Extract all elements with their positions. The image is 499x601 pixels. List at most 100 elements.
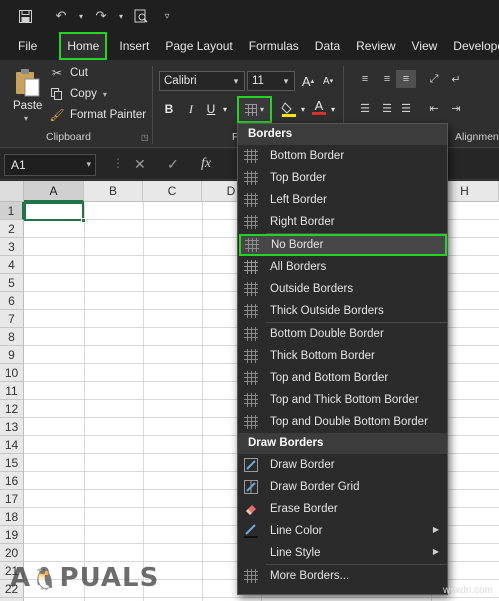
fill-handle[interactable] — [81, 218, 86, 223]
tab-review[interactable]: Review — [348, 32, 403, 60]
font-color-button[interactable]: A — [311, 97, 327, 117]
menu-item-line-style[interactable]: Line Style ▶ — [238, 542, 447, 564]
menu-item-bottom-double-border[interactable]: Bottom Double Border — [238, 323, 447, 345]
row-header-12[interactable]: 12 — [0, 400, 24, 418]
tab-home[interactable]: Home — [59, 32, 108, 60]
active-cell-a1[interactable] — [24, 202, 84, 221]
menu-item-right-border[interactable]: Right Border — [238, 211, 447, 233]
outside-borders-icon — [244, 282, 258, 296]
cancel-icon[interactable]: ✕ — [134, 156, 146, 173]
row-header-7[interactable]: 7 — [0, 310, 24, 328]
row-header-5[interactable]: 5 — [0, 274, 24, 292]
tab-page-layout[interactable]: Page Layout — [157, 32, 240, 60]
redo-dropdown-icon[interactable]: ▾ — [116, 5, 126, 27]
row-header-4[interactable]: 4 — [0, 256, 24, 274]
menu-item-draw-border[interactable]: Draw Border — [238, 454, 447, 476]
print-preview-icon[interactable] — [130, 5, 152, 27]
borders-button[interactable]: ▾ — [237, 96, 272, 123]
fill-color-dropdown-icon[interactable]: ▾ — [299, 99, 307, 119]
row-header-8[interactable]: 8 — [0, 328, 24, 346]
copy-dropdown-icon[interactable]: ▾ — [103, 90, 107, 99]
align-middle-icon[interactable]: ≡ — [377, 70, 397, 88]
font-name-select[interactable]: Calibri ▾ — [159, 71, 245, 91]
row-header-17[interactable]: 17 — [0, 490, 24, 508]
menu-item-top-double-bottom-border[interactable]: Top and Double Bottom Border — [238, 411, 447, 433]
row-header-6[interactable]: 6 — [0, 292, 24, 310]
undo-icon[interactable]: ↶ — [50, 5, 72, 27]
customize-qat-icon[interactable]: ▿ — [156, 5, 178, 27]
menu-item-thick-bottom-border[interactable]: Thick Bottom Border — [238, 345, 447, 367]
menu-item-more-borders[interactable]: More Borders... — [238, 565, 447, 587]
redo-icon[interactable]: ↷ — [90, 5, 112, 27]
menu-item-line-color[interactable]: Line Color ▶ — [238, 520, 447, 542]
align-left-icon[interactable]: ☰ — [355, 99, 375, 117]
tab-data[interactable]: Data — [307, 32, 348, 60]
menu-item-draw-border-grid[interactable]: Draw Border Grid — [238, 476, 447, 498]
row-header-18[interactable]: 18 — [0, 508, 24, 526]
font-size-select[interactable]: 11 ▾ — [247, 71, 295, 91]
undo-dropdown-icon[interactable]: ▾ — [76, 5, 86, 27]
insert-function-button[interactable]: fx — [201, 156, 211, 172]
grow-font-button[interactable]: A ▴ — [300, 71, 316, 91]
row-header-16[interactable]: 16 — [0, 472, 24, 490]
align-right-icon[interactable]: ☰ — [396, 99, 416, 117]
underline-button[interactable]: U — [203, 99, 219, 119]
row-header-9[interactable]: 9 — [0, 346, 24, 364]
select-all-corner[interactable] — [0, 181, 24, 202]
enter-icon[interactable]: ✓ — [167, 156, 179, 173]
row-header-1[interactable]: 1 — [0, 202, 24, 220]
row-header-14[interactable]: 14 — [0, 436, 24, 454]
paste-dropdown-icon[interactable]: ▾ — [24, 114, 28, 123]
menu-item-left-border[interactable]: Left Border — [238, 189, 447, 211]
menu-item-bottom-border[interactable]: Bottom Border — [238, 145, 447, 167]
increase-indent-icon[interactable]: ⇥ — [446, 99, 466, 117]
formula-bar-handle[interactable]: ⋮ — [112, 156, 124, 170]
menu-item-top-bottom-border[interactable]: Top and Bottom Border — [238, 367, 447, 389]
copy-button[interactable]: Copy ▾ — [50, 87, 107, 101]
menu-item-thick-outside-borders[interactable]: Thick Outside Borders — [238, 300, 447, 322]
bold-button[interactable]: B — [161, 99, 177, 119]
menu-item-no-border[interactable]: No Border — [239, 234, 447, 256]
alignment-group-label: Alignment — [455, 131, 499, 143]
tab-insert[interactable]: Insert — [111, 32, 157, 60]
menu-item-all-borders[interactable]: All Borders — [238, 256, 447, 278]
row-header-3[interactable]: 3 — [0, 238, 24, 256]
menu-item-top-thick-bottom-border[interactable]: Top and Thick Bottom Border — [238, 389, 447, 411]
save-icon[interactable] — [14, 5, 36, 27]
paste-icon[interactable] — [14, 68, 42, 98]
column-header-a[interactable]: A — [24, 181, 84, 202]
column-header-b[interactable]: B — [84, 181, 143, 202]
cut-button[interactable]: ✂ Cut — [50, 66, 88, 80]
name-box[interactable]: A1 ▾ — [4, 154, 96, 176]
shrink-font-button[interactable]: A ▾ — [320, 71, 336, 91]
underline-dropdown-icon[interactable]: ▾ — [220, 99, 230, 119]
left-border-icon — [244, 193, 258, 207]
align-bottom-icon[interactable]: ≡ — [396, 70, 416, 88]
menu-item-outside-borders[interactable]: Outside Borders — [238, 278, 447, 300]
tab-formulas[interactable]: Formulas — [241, 32, 307, 60]
tab-file[interactable]: File — [0, 32, 55, 60]
format-painter-button[interactable]: 🖌 Format Painter — [49, 108, 146, 122]
align-top-icon[interactable]: ≡ — [355, 70, 375, 88]
wrap-text-icon[interactable]: ↵ — [446, 70, 466, 88]
menu-item-top-border[interactable]: Top Border — [238, 167, 447, 189]
decrease-indent-icon[interactable]: ⇤ — [424, 99, 444, 117]
tab-view[interactable]: View — [404, 32, 446, 60]
row-header-19[interactable]: 19 — [0, 526, 24, 544]
tab-developer[interactable]: Developer — [445, 32, 499, 60]
paste-button[interactable]: Paste — [13, 100, 42, 112]
column-header-c[interactable]: C — [143, 181, 202, 202]
clipboard-launcher-icon[interactable]: ◳ — [141, 133, 149, 142]
align-center-icon[interactable]: ☰ — [377, 99, 397, 117]
row-header-11[interactable]: 11 — [0, 382, 24, 400]
row-header-20[interactable]: 20 — [0, 544, 24, 562]
font-color-dropdown-icon[interactable]: ▾ — [329, 99, 337, 119]
menu-item-erase-border[interactable]: Erase Border — [238, 498, 447, 520]
orientation-icon[interactable]: ⤢ — [424, 70, 444, 88]
row-header-13[interactable]: 13 — [0, 418, 24, 436]
fill-color-button[interactable] — [280, 99, 298, 119]
row-header-2[interactable]: 2 — [0, 220, 24, 238]
italic-button[interactable]: I — [183, 99, 199, 119]
row-header-10[interactable]: 10 — [0, 364, 24, 382]
row-header-15[interactable]: 15 — [0, 454, 24, 472]
